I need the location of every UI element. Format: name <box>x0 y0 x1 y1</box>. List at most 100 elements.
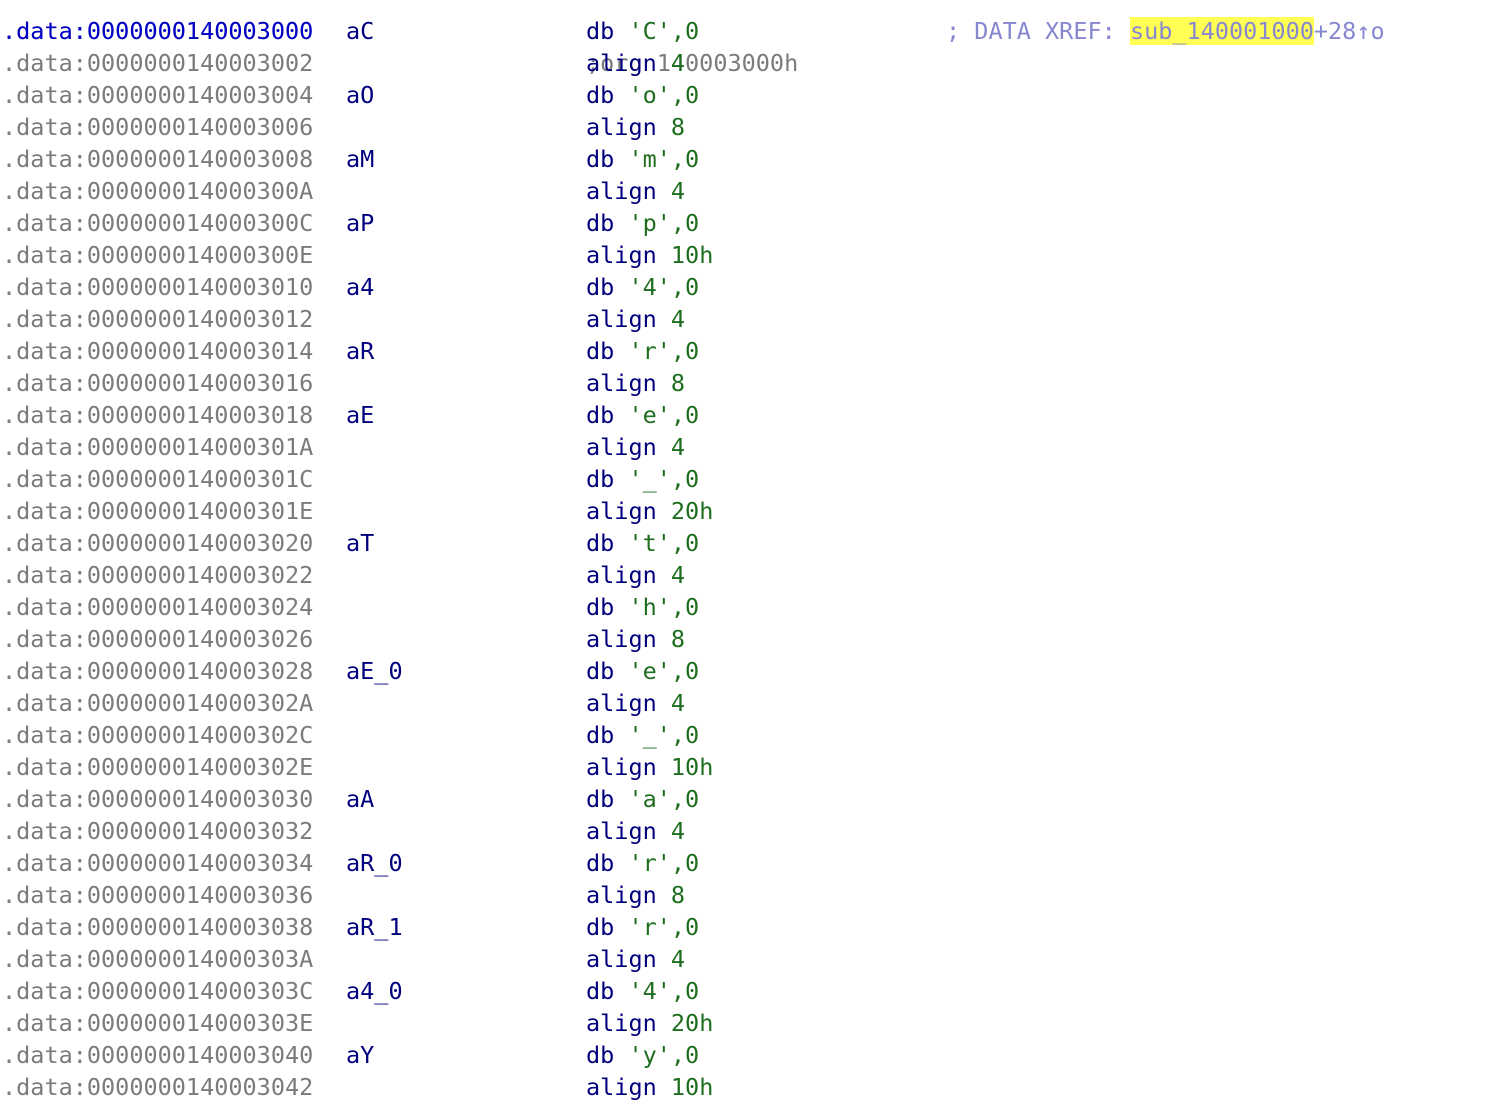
row-label[interactable]: aP <box>346 207 374 239</box>
row-operand-terminator: ,0 <box>670 977 700 1005</box>
row-label[interactable]: aE_0 <box>346 655 403 687</box>
row-address[interactable]: .data:0000000140003032 <box>2 815 313 847</box>
row-mnemonic: align <box>586 945 657 973</box>
row-mnemonic: db <box>586 721 615 749</box>
row-address[interactable]: .data:0000000140003014 <box>2 335 313 367</box>
listing-row[interactable]: .data:0000000140003024 db 'h',0 <box>0 591 1494 623</box>
row-address[interactable]: .data:0000000140003004 <box>2 79 313 111</box>
listing-row[interactable]: .data:0000000140003028 aE_0 db 'e',0 <box>0 655 1494 687</box>
row-address[interactable]: .data:0000000140003022 <box>2 559 313 591</box>
row-address[interactable]: .data:0000000140003010 <box>2 271 313 303</box>
listing-row[interactable]: .data:0000000140003034 aR_0 db 'r',0 <box>0 847 1494 879</box>
row-label[interactable]: aO <box>346 79 374 111</box>
row-address[interactable]: .data:0000000140003030 <box>2 783 313 815</box>
row-address[interactable]: .data:000000014000302A <box>2 687 313 719</box>
row-mnemonic: db <box>586 529 615 557</box>
row-address[interactable]: .data:0000000140003034 <box>2 847 313 879</box>
row-address[interactable]: .data:000000014000300E <box>2 239 313 271</box>
listing-row[interactable]: .data:000000014000302A align 4 <box>0 687 1494 719</box>
listing-row-org[interactable]: .data:0000000140003000 ;org 140003000h <box>0 0 1494 77</box>
row-label[interactable]: aT <box>346 527 374 559</box>
row-label[interactable]: aR_0 <box>346 847 403 879</box>
listing-row[interactable]: .data:000000014000301C db '_',0 <box>0 463 1494 495</box>
row-address[interactable]: .data:0000000140003028 <box>2 655 313 687</box>
listing-row[interactable]: .data:000000014000303C a4_0 db '4',0 <box>0 975 1494 1007</box>
row-address[interactable]: .data:000000014000302E <box>2 751 313 783</box>
row-address[interactable]: .data:0000000140003006 <box>2 111 313 143</box>
listing-row[interactable]: .data:0000000140003030 aA db 'a',0 <box>0 783 1494 815</box>
row-instruction: align 4 <box>586 687 685 719</box>
row-address[interactable]: .data:0000000140003008 <box>2 143 313 175</box>
row-operand: '4' <box>628 273 671 301</box>
disassembly-listing[interactable]: .data:0000000140003000 ;org 140003000h .… <box>0 0 1494 1103</box>
xref-function-link[interactable]: sub_140001000 <box>1129 17 1314 45</box>
row-address[interactable]: .data:0000000140003020 <box>2 527 313 559</box>
listing-row[interactable]: .data:0000000140003012 align 4 <box>0 303 1494 335</box>
listing-row[interactable]: .data:000000014000300E align 10h <box>0 239 1494 271</box>
listing-row[interactable]: .data:000000014000302C db '_',0 <box>0 719 1494 751</box>
row-address[interactable]: .data:000000014000301E <box>2 495 313 527</box>
listing-row[interactable]: .data:0000000140003042 align 10h <box>0 1071 1494 1103</box>
row-address[interactable]: .data:000000014000303A <box>2 943 313 975</box>
row-address[interactable]: .data:0000000140003036 <box>2 879 313 911</box>
row-address[interactable]: .data:0000000140003038 <box>2 911 313 943</box>
listing-row[interactable]: .data:000000014000301E align 20h <box>0 495 1494 527</box>
row-instruction: align 4 <box>586 431 685 463</box>
listing-row[interactable]: .data:000000014000303E align 20h <box>0 1007 1494 1039</box>
row-address[interactable]: .data:000000014000303E <box>2 1007 313 1039</box>
listing-row[interactable]: .data:0000000140003040 aY db 'y',0 <box>0 1039 1494 1071</box>
row-mnemonic: db <box>586 401 615 429</box>
listing-row[interactable]: .data:0000000140003014 aR db 'r',0 <box>0 335 1494 367</box>
listing-row[interactable]: .data:0000000140003038 aR_1 db 'r',0 <box>0 911 1494 943</box>
row-operand-terminator: ,0 <box>670 657 700 685</box>
row-mnemonic: db <box>586 465 615 493</box>
row-address[interactable]: .data:0000000140003012 <box>2 303 313 335</box>
row-label[interactable]: a4_0 <box>346 975 403 1007</box>
listing-row[interactable]: .data:0000000140003018 aE db 'e',0 <box>0 399 1494 431</box>
listing-row[interactable]: .data:0000000140003026 align 8 <box>0 623 1494 655</box>
listing-row[interactable]: .data:0000000140003008 aM db 'm',0 <box>0 143 1494 175</box>
row-label[interactable]: aR <box>346 335 374 367</box>
row-address[interactable]: .data:000000014000300C <box>2 207 313 239</box>
row-address[interactable]: .data:000000014000300A <box>2 175 313 207</box>
listing-row[interactable]: .data:000000014000303A align 4 <box>0 943 1494 975</box>
row-operand-terminator: ,0 <box>670 785 700 813</box>
row-operand: 4 <box>670 305 686 333</box>
listing-row[interactable]: .data:0000000140003010 a4 db '4',0 <box>0 271 1494 303</box>
listing-row[interactable]: .data:0000000140003036 align 8 <box>0 879 1494 911</box>
listing-row[interactable]: .data:000000014000300A align 4 <box>0 175 1494 207</box>
row-label[interactable]: aM <box>346 143 374 175</box>
row-label[interactable]: aE <box>346 399 374 431</box>
listing-row[interactable]: .data:0000000140003004 aO db 'o',0 <box>0 79 1494 111</box>
row-address[interactable]: .data:000000014000302C <box>2 719 313 751</box>
row-address[interactable]: .data:0000000140003018 <box>2 399 313 431</box>
row-address[interactable]: .data:000000014000301A <box>2 431 313 463</box>
listing-row[interactable]: .data:0000000140003016 align 8 <box>0 367 1494 399</box>
row-address[interactable]: .data:0000000140003016 <box>2 367 313 399</box>
row-address[interactable]: .data:0000000140003042 <box>2 1071 313 1103</box>
row-address[interactable]: .data:0000000140003024 <box>2 591 313 623</box>
listing-row[interactable]: .data:0000000140003032 align 4 <box>0 815 1494 847</box>
listing-row[interactable]: .data:0000000140003006 align 8 <box>0 111 1494 143</box>
row-address[interactable]: .data:000000014000301C <box>2 463 313 495</box>
row-label[interactable]: aA <box>346 783 374 815</box>
listing-row[interactable]: .data:000000014000302E align 10h <box>0 751 1494 783</box>
row-label[interactable]: aR_1 <box>346 911 403 943</box>
row-address[interactable]: .data:000000014000303C <box>2 975 313 1007</box>
listing-row[interactable]: .data:000000014000301A align 4 <box>0 431 1494 463</box>
listing-row[interactable]: .data:000000014000300C aP db 'p',0 <box>0 207 1494 239</box>
row-address[interactable]: .data:0000000140003002 <box>2 47 313 79</box>
row-operand: 8 <box>670 881 686 909</box>
xref-comment: ; DATA XREF: sub_140001000+28↑o <box>946 15 1385 47</box>
row-label[interactable]: aY <box>346 1039 374 1071</box>
row-label[interactable]: a4 <box>346 271 374 303</box>
listing-row[interactable]: .data:0000000140003000 aC db 'C',0 ; DATA X… <box>0 15 1494 47</box>
xref-offset[interactable]: +28↑o <box>1314 17 1385 45</box>
row-label[interactable]: aC <box>346 15 374 47</box>
listing-row[interactable]: .data:0000000140003002 align 4 <box>0 47 1494 79</box>
listing-row[interactable]: .data:0000000140003020 aT db 't',0 <box>0 527 1494 559</box>
row-address[interactable]: .data:0000000140003040 <box>2 1039 313 1071</box>
listing-row[interactable]: .data:0000000140003022 align 4 <box>0 559 1494 591</box>
row-address[interactable]: .data:0000000140003026 <box>2 623 313 655</box>
row-address[interactable]: .data:0000000140003000 <box>2 15 313 47</box>
